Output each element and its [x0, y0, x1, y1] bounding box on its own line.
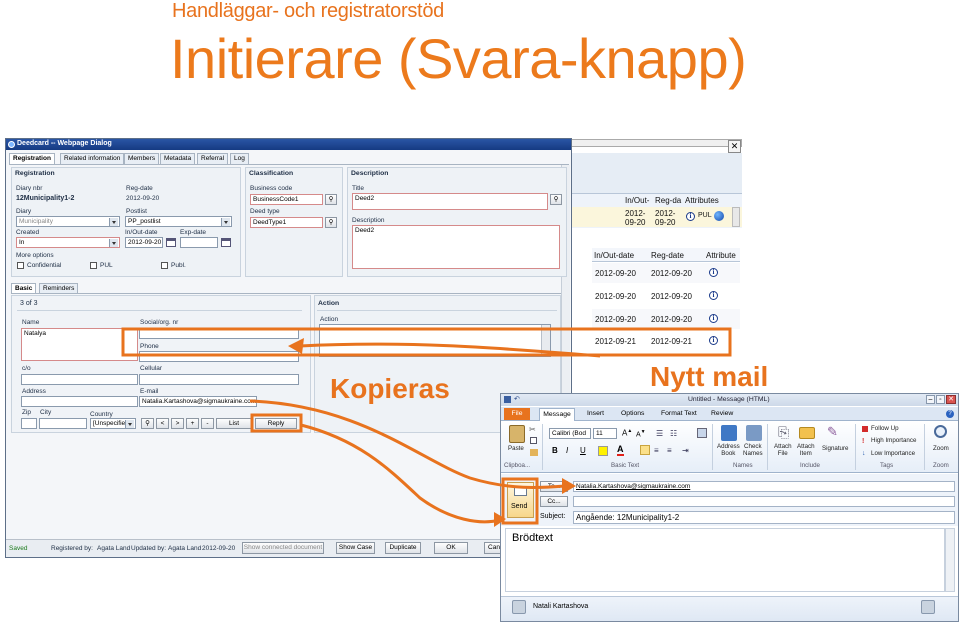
annotation-overlay — [121, 327, 732, 527]
slide: Handläggar- och registratorstöd Initiera… — [0, 0, 960, 624]
highlight-reply-button — [250, 413, 303, 433]
arrow-reply-to-send — [300, 423, 501, 524]
arrow-head-email — [562, 478, 576, 494]
arrow-head-phone — [288, 338, 304, 354]
callout-new-mail: Nytt mail — [650, 361, 769, 392]
callout-copy: Kopieras — [330, 373, 450, 404]
highlight-phone-area — [121, 327, 732, 357]
